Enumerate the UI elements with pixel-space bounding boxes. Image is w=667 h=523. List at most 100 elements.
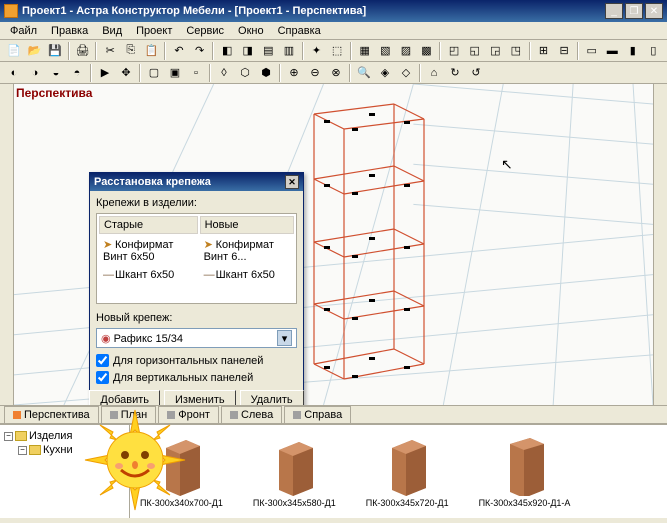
tool-icon[interactable]: ▬ (602, 41, 622, 61)
menu-help[interactable]: Справка (272, 23, 327, 39)
window-title: Проект1 - Астра Конструктор Мебели - [Пр… (22, 5, 605, 17)
tool-icon[interactable]: ◱ (465, 41, 485, 61)
tool-icon[interactable]: ▫ (186, 63, 206, 83)
3d-viewport[interactable]: Перспектива (14, 84, 653, 405)
checkbox-horizontal[interactable]: Для горизонтальных панелей (96, 354, 297, 367)
catalog-item[interactable]: ПК-300x345x920-Д1-А (479, 436, 571, 508)
catalog-tree[interactable]: − Изделия − Кухни (0, 425, 130, 518)
copy-icon[interactable]: ⎘ (121, 41, 141, 61)
fasteners-label: Крепежи в изделии: (96, 197, 297, 209)
fasteners-table[interactable]: Старые Новые ➤Конфирмат Винт 6x50 ➤Конфи… (96, 213, 297, 304)
minimize-button[interactable]: _ (605, 3, 623, 19)
move-icon[interactable]: ✥ (116, 63, 136, 83)
tool-icon[interactable]: ▦ (355, 41, 375, 61)
tool-icon[interactable]: ◈ (375, 63, 395, 83)
tool-icon[interactable]: ▧ (376, 41, 396, 61)
cut-icon[interactable]: ✂ (100, 41, 120, 61)
collapse-icon[interactable]: − (18, 446, 27, 455)
redo-icon[interactable]: ↷ (190, 41, 210, 61)
tool-icon[interactable]: ◳ (506, 41, 526, 61)
tool-icon[interactable]: ⌂ (424, 63, 444, 83)
table-row: ➤Конфирмат Винт 6x50 ➤Конфирмат Винт 6..… (99, 236, 294, 265)
tool-icon[interactable]: ↺ (466, 63, 486, 83)
checkbox-vertical[interactable]: Для вертикальных панелей (96, 371, 297, 384)
tool-icon[interactable]: ⬚ (327, 41, 347, 61)
tree-node-root: − Изделия (4, 429, 125, 443)
select-icon[interactable]: ▶ (95, 63, 115, 83)
menu-window[interactable]: Окно (232, 23, 270, 39)
tab-left[interactable]: Слева (221, 406, 282, 423)
tool-icon[interactable]: ◨ (238, 41, 258, 61)
tool-icon[interactable]: ◲ (485, 41, 505, 61)
fastener-combo[interactable]: ◉ Рафикс 15/34 ▾ (96, 328, 297, 348)
tool-icon[interactable]: ◐ (4, 63, 24, 83)
tool-icon[interactable]: ◓ (67, 63, 87, 83)
furniture-wireframe[interactable] (304, 94, 434, 384)
tool-icon[interactable]: ⊟ (554, 41, 574, 61)
menu-bar: Файл Правка Вид Проект Сервис Окно Справ… (0, 22, 667, 40)
tool-icon[interactable]: ◊ (214, 63, 234, 83)
tool-icon[interactable]: ▢ (144, 63, 164, 83)
tool-icon[interactable]: ↻ (445, 63, 465, 83)
tab-right[interactable]: Справа (284, 406, 351, 423)
add-button[interactable]: Добавить (89, 390, 160, 405)
menu-view[interactable]: Вид (96, 23, 128, 39)
save-icon[interactable]: 💾 (45, 41, 65, 61)
paste-icon[interactable]: 📋 (142, 41, 162, 61)
tab-plan[interactable]: План (101, 406, 157, 423)
tool-icon[interactable]: ⬢ (256, 63, 276, 83)
tab-perspective[interactable]: Перспектива (4, 406, 99, 423)
tool-icon[interactable]: ▯ (644, 41, 664, 61)
close-button[interactable]: ✕ (645, 3, 663, 19)
catalog-item[interactable]: ПК-300x345x580-Д1 (253, 436, 336, 508)
dialog-titlebar[interactable]: Расстановка крепежа ✕ (90, 173, 303, 191)
undo-icon[interactable]: ↶ (169, 41, 189, 61)
tree-node-child: − Кухни (4, 443, 125, 457)
col-new[interactable]: Новые (200, 216, 294, 234)
tool-icon[interactable]: ▣ (165, 63, 185, 83)
left-ruler (0, 84, 14, 405)
print-icon[interactable]: 🖨 (73, 41, 93, 61)
tool-icon[interactable]: ▮ (623, 41, 643, 61)
tool-icon[interactable]: ▤ (259, 41, 279, 61)
menu-edit[interactable]: Правка (45, 23, 94, 39)
tool-icon[interactable]: ▥ (279, 41, 299, 61)
tool-icon[interactable]: ⬡ (235, 63, 255, 83)
tool-icon[interactable]: ▭ (582, 41, 602, 61)
folder-icon (29, 445, 41, 455)
catalog-item[interactable]: ПК-300x340x700-Д1 (140, 436, 223, 508)
chevron-down-icon[interactable]: ▾ (277, 330, 292, 346)
tool-icon[interactable]: ◇ (396, 63, 416, 83)
tool-icon[interactable]: ⊞ (534, 41, 554, 61)
maximize-button[interactable]: ❐ (625, 3, 643, 19)
tool-icon[interactable]: ◒ (46, 63, 66, 83)
tool-icon[interactable]: ⊕ (284, 63, 304, 83)
menu-service[interactable]: Сервис (180, 23, 230, 39)
tool-icon[interactable]: ◰ (444, 41, 464, 61)
menu-project[interactable]: Проект (130, 23, 178, 39)
tool-icon[interactable]: ◑ (25, 63, 45, 83)
vertical-scrollbar[interactable] (653, 84, 667, 405)
viewport-label: Перспектива (16, 86, 92, 100)
delete-button[interactable]: Удалить (240, 390, 304, 405)
tool-icon[interactable]: ◧ (217, 41, 237, 61)
thumbnail-strip[interactable]: ПК-300x340x700-Д1 ПК-300x345x580-Д1 ПК-3… (130, 425, 667, 518)
new-icon[interactable]: 📄 (4, 41, 24, 61)
catalog-item[interactable]: ПК-300x345x720-Д1 (366, 436, 449, 508)
dialog-close-button[interactable]: ✕ (285, 175, 299, 189)
collapse-icon[interactable]: − (4, 432, 13, 441)
tool-icon[interactable]: ▨ (396, 41, 416, 61)
tool-icon[interactable]: ⊗ (326, 63, 346, 83)
menu-file[interactable]: Файл (4, 23, 43, 39)
toolbar-2: ◐ ◑ ◒ ◓ ▶ ✥ ▢ ▣ ▫ ◊ ⬡ ⬢ ⊕ ⊖ ⊗ 🔍 ◈ ◇ ⌂ ↻ … (0, 62, 667, 84)
change-button[interactable]: Изменить (164, 390, 236, 405)
app-icon (4, 4, 18, 18)
zoom-icon[interactable]: 🔍 (354, 63, 374, 83)
tool-icon[interactable]: ⊖ (305, 63, 325, 83)
workspace: Перспектива (0, 84, 667, 405)
tool-icon[interactable]: ✦ (307, 41, 327, 61)
tool-icon[interactable]: ▩ (417, 41, 437, 61)
open-icon[interactable]: 📂 (25, 41, 45, 61)
tab-front[interactable]: Фронт (158, 406, 219, 423)
col-old[interactable]: Старые (99, 216, 198, 234)
